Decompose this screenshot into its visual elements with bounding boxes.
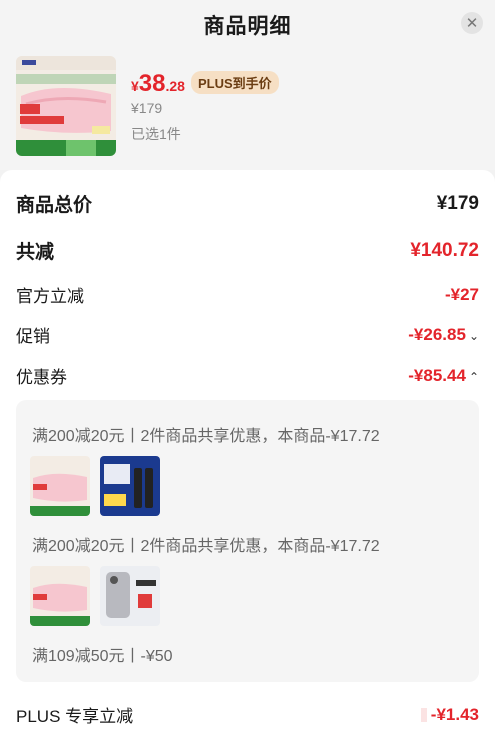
total-label: 商品总价 [16, 195, 93, 216]
promo-label: 促销 [16, 327, 50, 346]
chevron-down-icon[interactable]: ⌄ [469, 329, 479, 343]
official-label: 官方立减 [16, 287, 84, 306]
product-thumbnail[interactable] [30, 566, 90, 626]
coupon-products [30, 456, 160, 516]
plus-row: PLUS 专享立减 -¥1.43 [16, 702, 479, 727]
promo-value: -¥26.85 [408, 324, 466, 344]
page-title: 商品明细 [203, 15, 292, 38]
product-thumbnail[interactable] [30, 456, 90, 516]
promo-value-wrap: -¥26.85 ⌄ [408, 325, 479, 345]
product-thumbnail[interactable] [100, 456, 160, 516]
coupon-value: -¥85.44 [408, 365, 466, 385]
plus-value-wrap: -¥1.43 [420, 704, 479, 725]
coupon-details: 满200减20元丨2件商品共享优惠，本商品-¥17.72 满200减20元丨2件… [16, 400, 479, 682]
discount-row: 共减 ¥140.72 [16, 237, 479, 264]
product-image [16, 56, 116, 156]
original-price: ¥179 [131, 100, 163, 116]
plus-value: -¥1.43 [430, 704, 479, 724]
plus-label: PLUS 专享立减 [16, 707, 134, 726]
coupon-label: 优惠券 [16, 368, 67, 387]
coupon-row[interactable]: 优惠券 -¥85.44 ⌃ [16, 363, 479, 388]
price-line: ¥ 38 .28 PLUS到手价 [131, 70, 279, 98]
discount-label: 共减 [16, 242, 55, 263]
total-value: ¥179 [436, 192, 479, 214]
official-row: 官方立减 -¥27 [16, 282, 479, 307]
promo-row[interactable]: 促销 -¥26.85 ⌄ [16, 322, 479, 347]
price-integer: 38 [138, 70, 166, 97]
price-symbol: ¥ [131, 78, 139, 94]
official-value: -¥27 [444, 284, 479, 304]
coupon-line: 满200减20元丨2件商品共享优惠，本商品-¥17.72 [32, 538, 380, 555]
close-icon[interactable]: ✕ [461, 12, 483, 34]
plus-marker [420, 708, 427, 723]
total-row: 商品总价 ¥179 [16, 190, 479, 217]
coupon-line: 满109减50元丨-¥50 [32, 648, 173, 665]
price-decimal: .28 [165, 78, 185, 94]
product-thumbnail[interactable] [100, 566, 160, 626]
price-detail-card: 商品总价 ¥179 共减 ¥140.72 官方立减 -¥27 促销 -¥26.8… [0, 170, 495, 754]
chevron-up-icon[interactable]: ⌃ [469, 370, 479, 384]
selected-count: 已选1件 [131, 126, 181, 142]
discount-value: ¥140.72 [410, 239, 479, 261]
coupon-value-wrap: -¥85.44 ⌃ [408, 366, 479, 386]
coupon-products [30, 566, 160, 626]
coupon-line: 满200减20元丨2件商品共享优惠，本商品-¥17.72 [32, 428, 380, 445]
plus-price-badge: PLUS到手价 [190, 71, 279, 94]
